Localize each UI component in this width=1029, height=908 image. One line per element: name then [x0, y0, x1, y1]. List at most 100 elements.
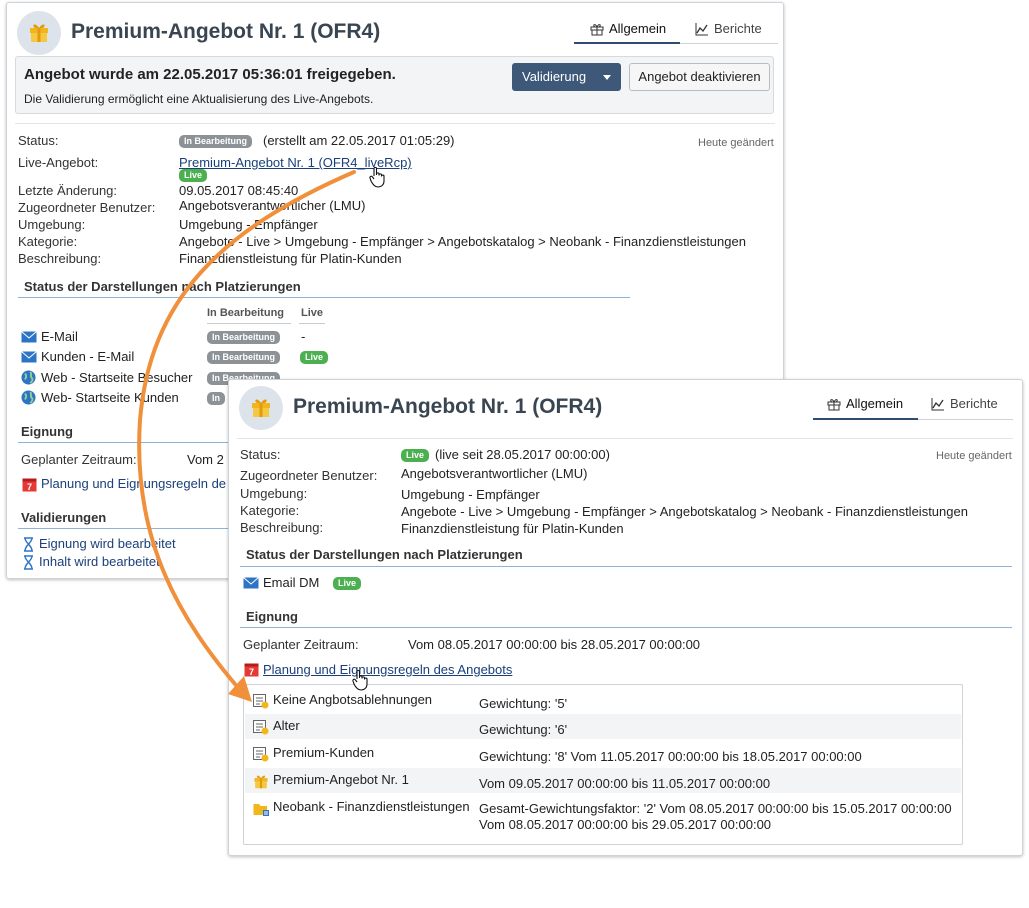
rule-name: Alter	[273, 718, 300, 733]
rule-detail-secondary: Vom 08.05.2017 00:00:00 bis 29.05.2017 0…	[479, 817, 772, 832]
gift-icon	[252, 399, 270, 417]
tab-allgemein[interactable]: Allgemein	[827, 396, 903, 411]
rule-detail: Gewichtung: '8' Vom 11.05.2017 00:00:00 …	[479, 749, 862, 764]
eligibility-rules-table: Keine Angbotsablehnungen Gewichtung: '5'…	[243, 684, 963, 845]
page-title: Premium-Angebot Nr. 1 (OFR4)	[71, 20, 381, 43]
category-label: Kategorie:	[240, 503, 300, 518]
email-icon	[243, 577, 259, 589]
placement-live-badge: Live	[300, 351, 329, 364]
live-badge: Live	[179, 169, 208, 182]
rule-row[interactable]: Premium-Kunden Gewichtung: '8' Vom 11.05…	[245, 741, 961, 766]
rule-detail: Gewichtung: '5'	[479, 696, 568, 711]
tab-berichte[interactable]: Berichte	[931, 396, 998, 411]
chart-line-icon	[695, 23, 708, 36]
last-change-label: Letzte Änderung:	[18, 183, 118, 198]
deactivate-offer-button[interactable]: Angebot deaktivieren	[629, 63, 770, 91]
calendar-icon: 7	[244, 663, 259, 677]
placement-name: Web - Startseite Besucher	[41, 370, 193, 385]
rule-row[interactable]: Alter Gewichtung: '6'	[245, 714, 961, 739]
globe-icon	[21, 370, 36, 385]
hand-cursor-icon	[352, 669, 368, 691]
banner-title: Angebot wurde am 22.05.2017 05:36:01 fre…	[24, 66, 396, 83]
rule-row[interactable]: Premium-Angebot Nr. 1 Vom 09.05.2017 00:…	[245, 768, 961, 793]
eligibility-rules-link[interactable]: Planung und Eignungsregeln des Angebots	[263, 662, 512, 677]
svg-text:7: 7	[249, 667, 254, 677]
rule-row[interactable]: Neobank - Finanzdienstleistungen Gesamt-…	[245, 795, 961, 840]
eligibility-section-title: Eignung	[21, 424, 73, 439]
validations-section-title: Validierungen	[21, 510, 107, 525]
status-label: Status:	[18, 133, 59, 148]
changed-today-label: Heute geändert	[698, 137, 774, 149]
rule-icon	[253, 747, 269, 762]
user-label: Zugeordneter Benutzer:	[18, 200, 156, 215]
period-label: Geplanter Zeitraum:	[21, 452, 137, 467]
category-label: Kategorie:	[18, 234, 78, 249]
tab-berichte[interactable]: Berichte	[695, 21, 762, 36]
banner-subtitle: Die Validierung ermöglicht eine Aktualis…	[24, 92, 374, 106]
placement-live-value: -	[301, 329, 306, 344]
user-value: Angebotsverantwortlicher (LMU)	[401, 466, 588, 481]
placements-section-title: Status der Darstellungen nach Platzierun…	[24, 279, 301, 294]
description-label: Beschreibung:	[18, 251, 102, 266]
rule-icon	[253, 720, 269, 735]
offer-avatar	[17, 11, 61, 55]
eligibility-section-title: Eignung	[246, 609, 298, 624]
environment-value: Umgebung - Empfänger	[179, 217, 318, 232]
placement-name: E-Mail	[41, 329, 78, 344]
validation-item-eligibility[interactable]: Eignung wird bearbeitet	[39, 536, 176, 551]
placements-section-title: Status der Darstellungen nach Platzierun…	[246, 547, 523, 562]
column-live: Live	[301, 307, 324, 319]
validate-dropdown-button[interactable]: Validierung	[512, 63, 621, 91]
gift-icon	[827, 399, 841, 411]
tab-allgemein[interactable]: Allgemein	[590, 21, 666, 36]
chevron-down-icon	[603, 75, 611, 80]
placement-live-badge: Live	[333, 577, 362, 590]
rule-detail: Vom 09.05.2017 00:00:00 bis 11.05.2017 0…	[479, 776, 771, 791]
environment-label: Umgebung:	[240, 486, 308, 501]
rule-name: Premium-Angebot Nr. 1	[273, 772, 409, 787]
offer-panel-live-version: Premium-Angebot Nr. 1 (OFR4) Allgemein B…	[228, 379, 1023, 856]
status-text: (erstellt am 22.05.2017 01:05:29)	[263, 133, 455, 148]
gift-icon	[30, 24, 48, 42]
rule-icon	[253, 694, 269, 709]
status-text: (live seit 28.05.2017 00:00:00)	[435, 447, 610, 462]
rule-detail: Gesamt-Gewichtungsfaktor: '2' Vom 08.05.…	[479, 801, 952, 816]
calendar-icon: 7	[22, 478, 37, 492]
placement-edit-badge: In Bearbeitung	[207, 331, 281, 344]
placement-name: Kunden - E-Mail	[41, 349, 135, 364]
hourglass-icon	[24, 537, 33, 552]
description-value: Finanzdienstleistung für Platin-Kunden	[179, 251, 402, 266]
hourglass-icon	[24, 555, 33, 570]
rule-name: Keine Angbotsablehnungen	[273, 692, 433, 707]
email-icon	[21, 351, 37, 363]
page-title: Premium-Angebot Nr. 1 (OFR4)	[293, 395, 603, 418]
rule-detail: Gewichtung: '6'	[479, 722, 568, 737]
period-value: Vom 08.05.2017 00:00:00 bis 28.05.2017 0…	[408, 637, 701, 652]
status-label: Status:	[240, 447, 281, 462]
description-label: Beschreibung:	[240, 520, 324, 535]
placement-name: Email DM	[263, 575, 320, 590]
last-change-value: 09.05.2017 08:45:40	[179, 183, 299, 198]
offer-avatar	[239, 386, 283, 430]
column-edit: In Bearbeitung	[207, 307, 285, 319]
environment-value: Umgebung - Empfänger	[401, 487, 540, 502]
category-value: Angebote - Live > Umgebung - Empfänger >…	[401, 504, 968, 519]
gift-icon	[254, 775, 268, 789]
eligibility-rules-link[interactable]: Planung und Eignungsregeln de	[41, 476, 226, 491]
svg-text:7: 7	[27, 482, 32, 492]
period-value: Vom 2	[187, 452, 224, 467]
rule-name: Premium-Kunden	[273, 745, 375, 760]
email-icon	[21, 331, 37, 343]
rule-name: Neobank - Finanzdienstleistungen	[273, 799, 470, 814]
status-badge: In Bearbeitung	[179, 135, 253, 148]
placement-edit-badge: In Bearbeitung	[207, 351, 281, 364]
chart-line-icon	[931, 398, 944, 411]
placement-edit-badge: In	[207, 392, 225, 405]
placement-name: Web- Startseite Kunden	[41, 390, 179, 405]
period-label: Geplanter Zeitraum:	[243, 637, 359, 652]
category-value: Angebote - Live > Umgebung - Empfänger >…	[179, 234, 746, 249]
live-offer-label: Live-Angebot:	[18, 155, 99, 170]
folder-icon	[253, 804, 269, 816]
validation-item-content[interactable]: Inhalt wird bearbeitet	[39, 554, 160, 569]
user-value: Angebotsverantwortlicher (LMU)	[179, 198, 366, 213]
